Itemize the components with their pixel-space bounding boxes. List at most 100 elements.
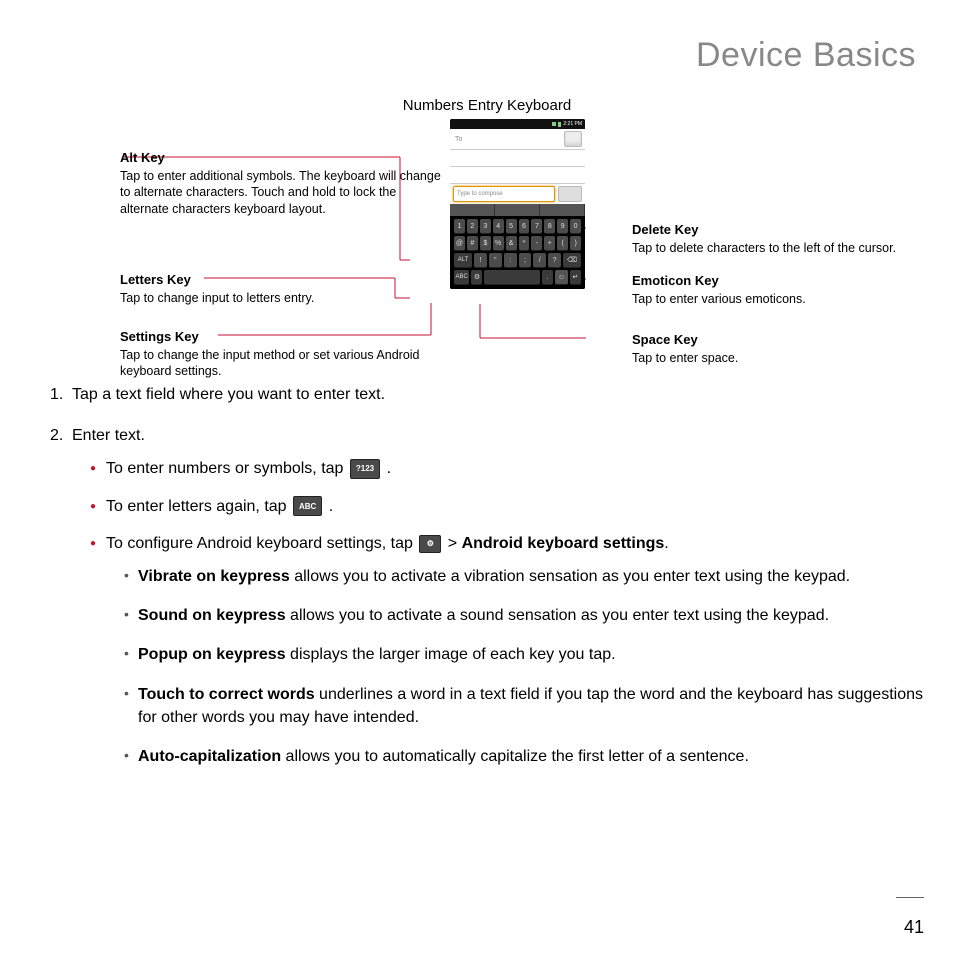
blank-row [450, 150, 585, 167]
settings-key-icon[interactable]: ⚙ [471, 270, 482, 284]
page-rule [896, 897, 924, 898]
key[interactable]: 8 [544, 219, 555, 233]
callout-delete-key: Delete Key Tap to delete characters to t… [632, 221, 942, 256]
bullet-text: To configure Android keyboard settings, … [106, 535, 417, 552]
body-content: Tap a text field where you want to enter… [50, 383, 924, 768]
key[interactable]: $ [480, 236, 491, 250]
delete-key[interactable]: ⌫ [563, 253, 581, 267]
status-bar: 2:21 PM [450, 119, 585, 129]
callout-title: Letters Key [120, 271, 191, 289]
key[interactable]: 7 [531, 219, 542, 233]
callout-settings-key: Settings Key Tap to change the input met… [120, 328, 445, 380]
enter-key[interactable]: ↵ [570, 270, 581, 284]
figure-title: Numbers Entry Keyboard [403, 97, 571, 114]
key[interactable]: 9 [557, 219, 568, 233]
callout-title: Space Key [632, 331, 698, 349]
keyboard: 1234567890 @#$%&*-+() ALT ! " : ; / ? ⌫ … [450, 216, 585, 289]
key[interactable]: % [493, 236, 504, 250]
bullet-numbers: To enter numbers or symbols, tap ?123 . [90, 457, 924, 480]
numbers-key-icon: ?123 [350, 459, 380, 479]
to-label: To [455, 136, 462, 143]
key[interactable]: # [467, 236, 478, 250]
callout-title: Settings Key [120, 328, 199, 346]
figure-zone: Numbers Entry Keyboard Alt Key Tap to en… [50, 93, 924, 383]
option-desc: allows you to automatically capitalize t… [281, 748, 749, 765]
key[interactable]: + [544, 236, 555, 250]
contact-picker-icon[interactable] [564, 131, 582, 147]
key[interactable]: 4 [493, 219, 504, 233]
signal-icon [552, 122, 556, 126]
bullet-settings: To configure Android keyboard settings, … [90, 532, 924, 768]
callout-desc: Tap to change the input method or set va… [120, 348, 420, 379]
page-number: 41 [904, 917, 924, 938]
callout-title: Emoticon Key [632, 272, 719, 290]
space-key[interactable] [484, 270, 539, 284]
emoticon-key[interactable]: ☺ [555, 270, 568, 284]
key[interactable]: * [519, 236, 530, 250]
callout-alt-key: Alt Key Tap to enter additional symbols.… [120, 149, 445, 218]
to-field[interactable]: To [450, 129, 585, 150]
callout-desc: Tap to enter various emoticons. [632, 292, 806, 306]
abc-key-icon: ABC [293, 496, 322, 516]
sub-touch: Touch to correct words underlines a word… [124, 683, 924, 729]
sub-popup: Popup on keypress displays the larger im… [124, 643, 924, 666]
bullet-text: To enter numbers or symbols, tap [106, 460, 348, 477]
step-text: Enter text. [72, 427, 145, 444]
key[interactable]: ( [557, 236, 568, 250]
key[interactable]: 6 [519, 219, 530, 233]
callout-emoticon-key: Emoticon Key Tap to enter various emotic… [632, 272, 942, 307]
key[interactable]: 2 [467, 219, 478, 233]
callout-title: Delete Key [632, 221, 698, 239]
callout-space-key: Space Key Tap to enter space. [632, 331, 942, 366]
key[interactable]: ! [474, 253, 487, 267]
option-name: Sound on keypress [138, 607, 286, 624]
suggestion-bar[interactable] [450, 204, 585, 216]
device-screenshot: 2:21 PM To Type to compose 1234567890 @#… [450, 119, 585, 289]
key[interactable]: 0 [570, 219, 581, 233]
key[interactable]: ) [570, 236, 581, 250]
blank-row [450, 167, 585, 184]
step-2: Enter text. To enter numbers or symbols,… [50, 424, 924, 768]
option-name: Touch to correct words [138, 686, 315, 703]
compose-row: Type to compose [450, 184, 585, 204]
chapter-title: Device Basics [50, 36, 916, 75]
menu-path: Android keyboard settings [462, 535, 665, 552]
key[interactable]: 1 [454, 219, 465, 233]
option-desc: allows you to activate a vibration sensa… [290, 568, 850, 585]
bullet-letters: To enter letters again, tap ABC . [90, 495, 924, 518]
key[interactable]: & [506, 236, 517, 250]
clock: 2:21 PM [563, 121, 582, 127]
callout-desc: Tap to enter additional symbols. The key… [120, 169, 441, 217]
key[interactable]: @ [454, 236, 465, 250]
key[interactable]: ; [519, 253, 532, 267]
sub-sound: Sound on keypress allows you to activate… [124, 604, 924, 627]
key[interactable]: : [504, 253, 517, 267]
key[interactable]: 5 [506, 219, 517, 233]
key[interactable]: 3 [480, 219, 491, 233]
period-key[interactable]: . [542, 270, 553, 284]
sub-auto: Auto-capitalization allows you to automa… [124, 745, 924, 768]
sub-vibrate: Vibrate on keypress allows you to activa… [124, 565, 924, 588]
compose-placeholder: Type to compose [457, 191, 503, 197]
callout-desc: Tap to change input to letters entry. [120, 291, 314, 305]
bullet-gt: > [448, 535, 457, 552]
key[interactable]: ? [548, 253, 561, 267]
option-desc: displays the larger image of each key yo… [286, 646, 616, 663]
option-name: Auto-capitalization [138, 748, 281, 765]
key[interactable]: - [531, 236, 542, 250]
key[interactable]: / [533, 253, 546, 267]
option-name: Vibrate on keypress [138, 568, 290, 585]
callout-title: Alt Key [120, 149, 165, 167]
compose-input[interactable]: Type to compose [453, 186, 555, 202]
callout-letters-key: Letters Key Tap to change input to lette… [120, 271, 445, 306]
bullet-text: To enter letters again, tap [106, 498, 291, 515]
callout-desc: Tap to enter space. [632, 351, 738, 365]
key[interactable]: " [489, 253, 502, 267]
alt-key[interactable]: ALT [454, 253, 472, 267]
step-text: Tap a text field where you want to enter… [72, 386, 385, 403]
battery-icon [558, 122, 561, 127]
send-button[interactable] [558, 186, 582, 202]
gear-key-icon: ⚙ [419, 535, 441, 553]
abc-key[interactable]: ABC [454, 270, 469, 284]
step-1: Tap a text field where you want to enter… [50, 383, 924, 406]
